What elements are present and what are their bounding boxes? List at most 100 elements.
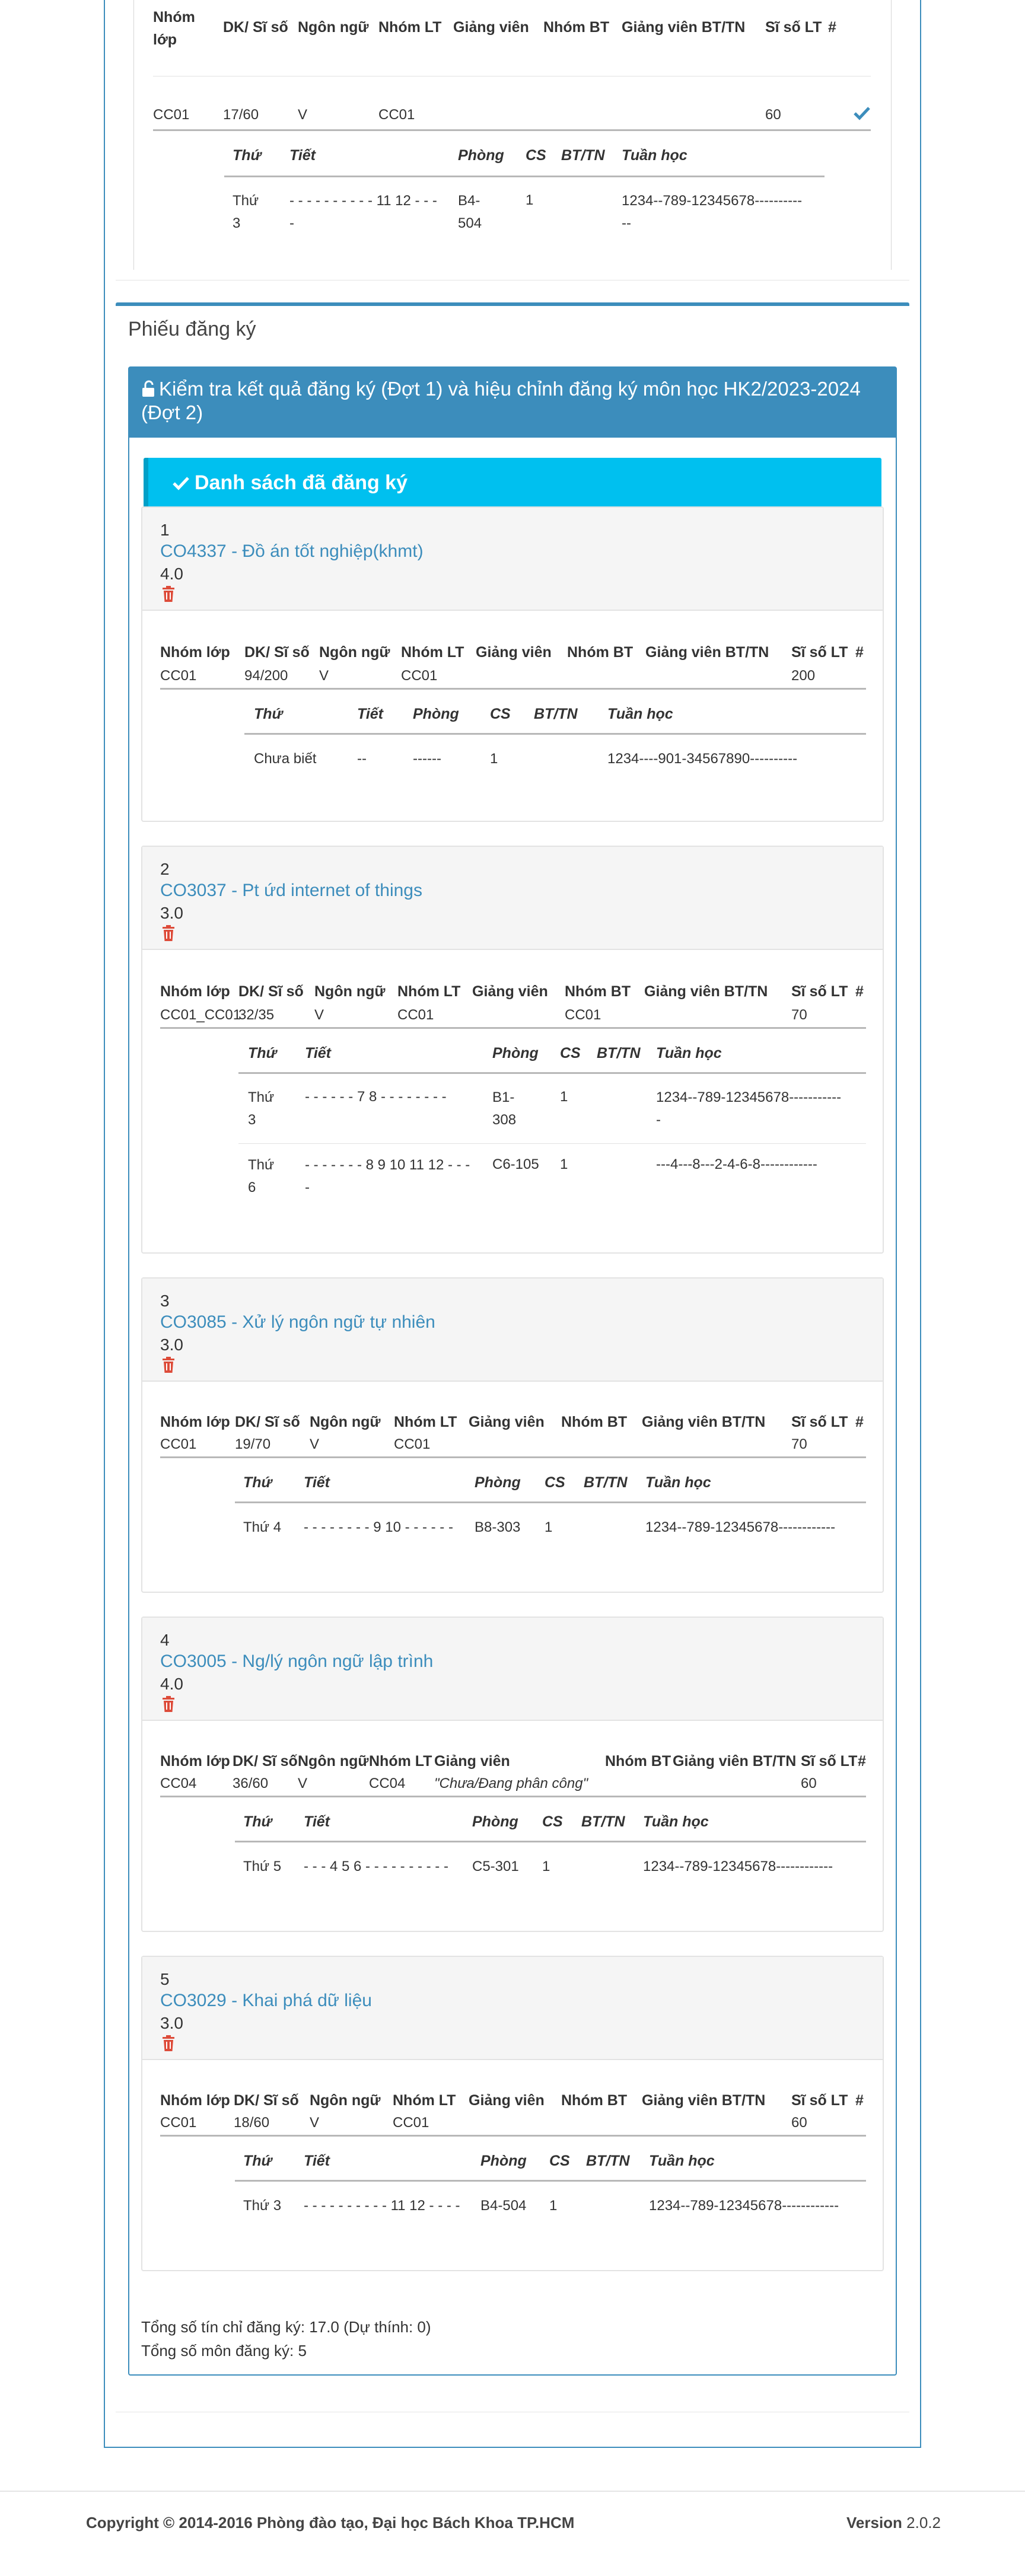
cell-lang: V [310,2115,320,2131]
col-header-group: Nhóm lớp [160,2092,230,2109]
col-header-lecturer: Giảng viên [453,19,529,36]
check-icon[interactable] [853,106,871,121]
cell-group: CC01 [160,1436,197,1452]
cell-lang: V [298,107,308,123]
col-header-lang: Ngôn ngữ [298,19,369,36]
col-header-bt: Nhóm BT [605,1753,671,1770]
sched-header-day: Thứ [233,147,262,164]
registered-list-banner: Danh sách đã đăng ký [144,458,881,508]
sched-header-bt: BT/TN [534,706,578,722]
cell-size: 70 [791,1436,807,1452]
sched-weeks: ---4---8---2-4-6-8------------ [656,1156,817,1172]
divider [160,2135,866,2137]
version-value: 2.0.2 [906,2514,941,2532]
sched-header-weeks: Tuần học [645,1474,711,1491]
sched-header-period: Tiết [305,1045,331,1061]
divider [160,1796,866,1797]
sched-period: - - - - - - - 8 9 10 11 12 - - - - [305,1157,470,1195]
cell-lecturer: "Chưa/Đang phân công" [434,1775,588,1791]
footer-divider [0,2491,1025,2492]
col-header-lecturer-bt: Giảng viên BT/TN [642,2092,766,2109]
sched-day: Thứ 3 [248,1089,275,1128]
cell-group: CC01_CC01 [160,1007,241,1023]
sched-header-room: Phòng [472,1813,518,1830]
col-header-lt: Nhóm LT [401,644,464,661]
divider [160,1027,866,1029]
course-card: 1 CO4337 - Đồ án tốt nghiệp(khmt) 4.0 [141,506,884,822]
cell-group: CC01 [160,2115,197,2131]
sched-weeks: 1234--789-12345678------------ [643,1858,833,1874]
cell-dk: 36/60 [233,1775,269,1791]
cell-lt: CC01 [401,668,438,684]
sched-header-period: Tiết [357,706,383,722]
col-header-lang: Ngôn ngữ [319,644,390,661]
col-header-size: Sĩ số LT [791,983,848,1000]
sched-header-period: Tiết [304,1813,330,1830]
sched-cs: 1 [545,1519,553,1535]
col-header-size: Sĩ số LT [791,2092,848,2109]
cell-lt: CC01 [394,1436,431,1452]
col-header-hash: # [855,1414,864,1430]
sched-header-day: Thứ [243,1474,272,1491]
sched-header-weeks: Tuần học [622,147,687,164]
col-header-group: Nhóm lớp [160,1414,230,1430]
col-header-group: Nhóm lớp [160,1753,230,1770]
col-header-bt: Nhóm BT [543,19,610,36]
course-name-link[interactable]: CO4337 - Đồ án tốt nghiệp(khmt) [160,541,424,562]
sched-header-weeks: Tuần học [643,1813,709,1830]
course-name-link[interactable]: CO3085 - Xử lý ngôn ngữ tự nhiên [160,1312,435,1333]
trash-icon[interactable] [161,1357,176,1373]
divider [224,176,825,177]
cell-lt: CC04 [369,1775,406,1791]
col-header-dk: DK/ Sĩ số [234,2092,299,2109]
sched-day: Thứ 5 [243,1858,282,1874]
col-header-lecturer: Giảng viên [469,2092,545,2109]
trash-icon[interactable] [161,586,176,602]
sched-period: -- [357,751,367,767]
sched-day: Chưa biết [254,751,317,767]
col-header-lecturer-bt: Giảng viên BT/TN [642,1414,766,1430]
trash-icon[interactable] [161,1696,176,1713]
course-header: 3 CO3085 - Xử lý ngôn ngữ tự nhiên 3.0 [142,1279,883,1382]
sched-header-bt: BT/TN [586,2153,630,2169]
sched-header-bt: BT/TN [561,147,605,164]
trash-icon[interactable] [161,2035,176,2052]
sched-header-day: Thứ [254,706,283,722]
footer-version: Version 2.0.2 [846,2512,941,2533]
unlock-icon [142,380,154,397]
sched-header-room: Phòng [492,1045,539,1061]
col-header-lecturer: Giảng viên [469,1414,545,1430]
trash-icon[interactable] [161,925,176,942]
course-header: 5 CO3029 - Khai phá dữ liệu 3.0 [142,1957,883,2060]
course-name-link[interactable]: CO3037 - Pt ứd internet of things [160,880,422,901]
sched-room: B8-303 [475,1519,521,1535]
col-header-hash: # [855,2092,864,2109]
sched-weeks: 1234--789-12345678------------ [645,1519,836,1535]
sched-header-cs: CS [490,706,511,722]
sched-room: C5-301 [472,1858,519,1874]
register-panel-title: Phiếu đăng ký [128,318,256,340]
cell-group: CC01 [153,107,190,123]
cell-lang: V [310,1436,320,1452]
course-index: 4 [160,1631,170,1649]
registered-list-title: Danh sách đã đăng ký [195,471,408,494]
course-name-link[interactable]: CO3029 - Khai phá dữ liệu [160,1990,372,2011]
sched-period: - - - - - - - - 9 10 - - - - - - [304,1519,453,1535]
cell-dk: 17/60 [223,107,259,123]
col-header-size: Sĩ số LT [791,1414,848,1430]
col-header-lecturer: Giảng viên [472,983,548,1000]
col-header-lecturer: Giảng viên [476,644,552,661]
cell-dk: 19/70 [235,1436,271,1452]
course-index: 1 [160,521,170,539]
col-header-group: Nhóm lớp [160,644,230,661]
col-header-lang: Ngôn ngữ [310,1414,381,1430]
cell-size: 60 [801,1775,817,1791]
cell-lang: V [298,1775,308,1791]
sched-header-room: Phòng [413,706,459,722]
course-index: 2 [160,860,170,878]
sched-weeks: 1234--789-12345678----------- - [656,1089,842,1128]
course-credits: 4.0 [160,565,183,583]
divider [160,1456,866,1458]
course-name-link[interactable]: CO3005 - Ng/lý ngôn ngữ lập trình [160,1651,433,1672]
sched-header-weeks: Tuần học [607,706,673,722]
